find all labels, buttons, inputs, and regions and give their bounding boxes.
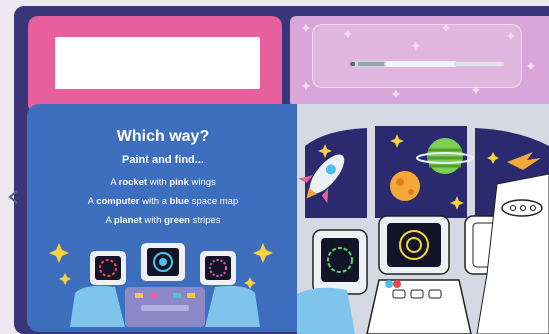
space-scene[interactable] [297,104,549,334]
flap-subtitle: Paint and find... [122,154,204,166]
find-item-computer: A computer with a blue space map [87,196,239,207]
flap-title: Which way? [116,128,210,145]
sparkle-icon: ✦ [342,27,354,43]
paint-brush-icon[interactable] [350,59,506,69]
blank-label [55,37,260,89]
sparkle-icon: ✦ [390,87,402,103]
sparkle-icon: ✦ [525,59,537,75]
find-item-rocket: A rocket with pink wings [110,177,216,188]
sparkle-icon: ✦ [410,39,422,55]
sparkle-icon: ✦ [440,21,452,37]
cockpit-illustration [49,243,273,327]
sparkle-icon: ✦ [505,29,517,45]
find-item-planet: A planet with green stripes [105,215,221,226]
sparkle-icon: ✦ [470,83,482,99]
sparkle-icon: ✦ [300,79,312,95]
sparkle-icon: ✦ [300,21,312,37]
arrow-left-icon[interactable] [8,190,18,204]
computer-icon [90,243,236,285]
